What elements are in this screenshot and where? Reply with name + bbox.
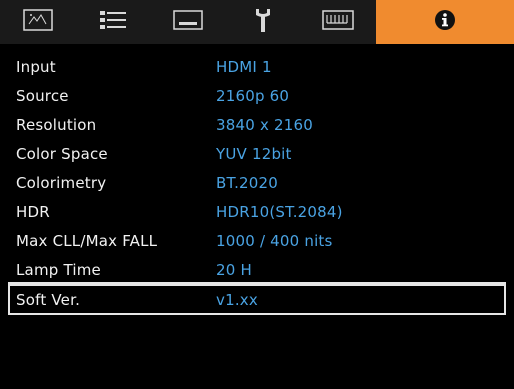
info-row-resolution: Resolution 3840 x 2160	[0, 110, 514, 139]
tab-screen[interactable]	[150, 0, 225, 44]
row-value: 2160p 60	[216, 86, 290, 105]
info-row-input: Input HDMI 1	[0, 52, 514, 81]
tab-picture[interactable]	[0, 0, 75, 44]
projector-osd-menu: Input HDMI 1 Source 2160p 60 Resolution …	[0, 0, 514, 389]
row-label: Lamp Time	[16, 260, 101, 279]
info-row-soft-ver[interactable]: Soft Ver. v1.xx	[8, 284, 506, 315]
keyboard-icon	[322, 9, 355, 35]
row-label: Resolution	[16, 115, 97, 134]
information-list: Input HDMI 1 Source 2160p 60 Resolution …	[0, 52, 514, 315]
tab-settings-list[interactable]	[75, 0, 150, 44]
tab-wrench[interactable]	[226, 0, 301, 44]
row-label: Soft Ver.	[16, 290, 81, 309]
picture-icon	[22, 9, 53, 35]
info-row-color-space: Color Space YUV 12bit	[0, 139, 514, 168]
info-row-source: Source 2160p 60	[0, 81, 514, 110]
wrench-icon	[252, 7, 274, 37]
row-value: 1000 / 400 nits	[216, 231, 333, 250]
info-icon	[434, 9, 456, 35]
row-value: v1.xx	[216, 290, 258, 309]
row-value: 3840 x 2160	[216, 115, 313, 134]
settings-list-icon	[98, 9, 128, 35]
info-row-colorimetry: Colorimetry BT.2020	[0, 168, 514, 197]
tab-information[interactable]	[376, 0, 514, 44]
row-value: BT.2020	[216, 173, 279, 192]
row-value: HDMI 1	[216, 57, 272, 76]
info-row-max-cll: Max CLL/Max FALL 1000 / 400 nits	[0, 226, 514, 255]
row-label: Source	[16, 86, 69, 105]
row-label: Input	[16, 57, 56, 76]
tab-keyboard[interactable]	[301, 0, 376, 44]
row-label: HDR	[16, 202, 50, 221]
row-label: Colorimetry	[16, 173, 107, 192]
row-value: YUV 12bit	[216, 144, 292, 163]
row-value: HDR10(ST.2084)	[216, 202, 343, 221]
row-label: Color Space	[16, 144, 108, 163]
menu-tab-bar	[0, 0, 514, 44]
row-label: Max CLL/Max FALL	[16, 231, 158, 250]
menu-tabs	[0, 0, 376, 44]
info-row-lamp-time: Lamp Time 20 H	[0, 255, 514, 284]
screen-icon	[173, 9, 203, 35]
row-value: 20 H	[216, 260, 252, 279]
info-row-hdr: HDR HDR10(ST.2084)	[0, 197, 514, 226]
